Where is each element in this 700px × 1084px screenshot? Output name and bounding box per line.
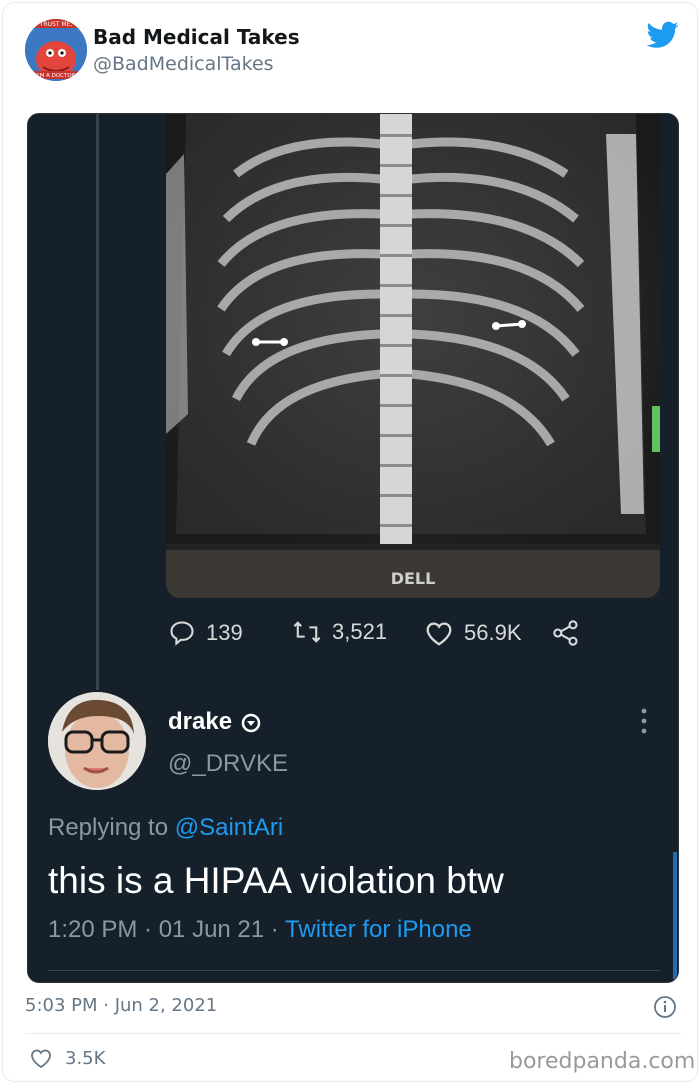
retweet-stat[interactable]: 3,521 [292, 619, 387, 645]
like-stat[interactable]: 56.9K [424, 619, 522, 647]
footer-divider [25, 1033, 681, 1034]
twitter-bird-icon[interactable] [647, 21, 679, 49]
thread-line [96, 114, 99, 690]
reply-text: this is a HIPAA violation btw [48, 860, 504, 901]
reply-count: 139 [206, 620, 243, 645]
reply-meta: 1:20 PM · 01 Jun 21 · Twitter for iPhone [48, 916, 472, 944]
like-count: 56.9K [464, 620, 522, 645]
tweet-card: TRUST ME, I'M A DOCTOR Bad Medical Takes… [2, 2, 698, 1082]
share-stat[interactable] [552, 619, 590, 647]
reply-author-name[interactable]: drake [168, 708, 261, 736]
reply-icon [170, 621, 194, 646]
avatar-caption-bottom: I'M A DOCTOR [36, 73, 75, 79]
info-icon[interactable] [653, 995, 677, 1019]
monitor-brand: DELL [391, 569, 436, 588]
replying-to: Replying to @SaintAri [48, 814, 283, 842]
share-icon [553, 620, 578, 646]
xray-photo: DELL [166, 114, 660, 598]
reply-source-link[interactable]: Twitter for iPhone [285, 916, 472, 943]
author-display-name[interactable]: Bad Medical Takes [93, 25, 300, 49]
like-count: 3.5K [65, 1047, 106, 1069]
author-handle[interactable]: @BadMedicalTakes [93, 53, 274, 75]
screenshot-divider [48, 970, 660, 971]
like-action[interactable]: 3.5K [29, 1047, 105, 1069]
author-avatar[interactable]: TRUST ME, I'M A DOCTOR [25, 19, 87, 81]
reply-stat[interactable]: 139 [168, 619, 243, 647]
retweet-icon [293, 621, 321, 643]
reply-author-handle[interactable]: @_DRVKE [168, 750, 288, 778]
reply-avatar[interactable] [48, 692, 146, 790]
more-options-icon[interactable] [638, 706, 650, 736]
badge-icon [241, 713, 260, 732]
embedded-tweet-screenshot: DELL 139 3,521 56.9K drake @_DRVKE Reply… [27, 113, 679, 983]
watermark: boredpanda.com [509, 1049, 696, 1074]
reply-time[interactable]: 1:20 PM · 01 Jun 21 · [48, 916, 285, 943]
retweet-count: 3,521 [332, 619, 388, 644]
tweet-stats: 139 3,521 56.9K [168, 619, 588, 653]
scroll-indicator[interactable] [673, 852, 677, 982]
tweet-timestamp[interactable]: 5:03 PM · Jun 2, 2021 [25, 995, 217, 1016]
avatar-caption-top: TRUST ME, [39, 21, 73, 28]
heart-icon [426, 622, 452, 646]
replying-prefix: Replying to [48, 814, 175, 841]
heart-icon [31, 1049, 51, 1069]
replying-mention-link[interactable]: @SaintAri [175, 814, 283, 841]
reply-author-name-text: drake [168, 708, 233, 735]
